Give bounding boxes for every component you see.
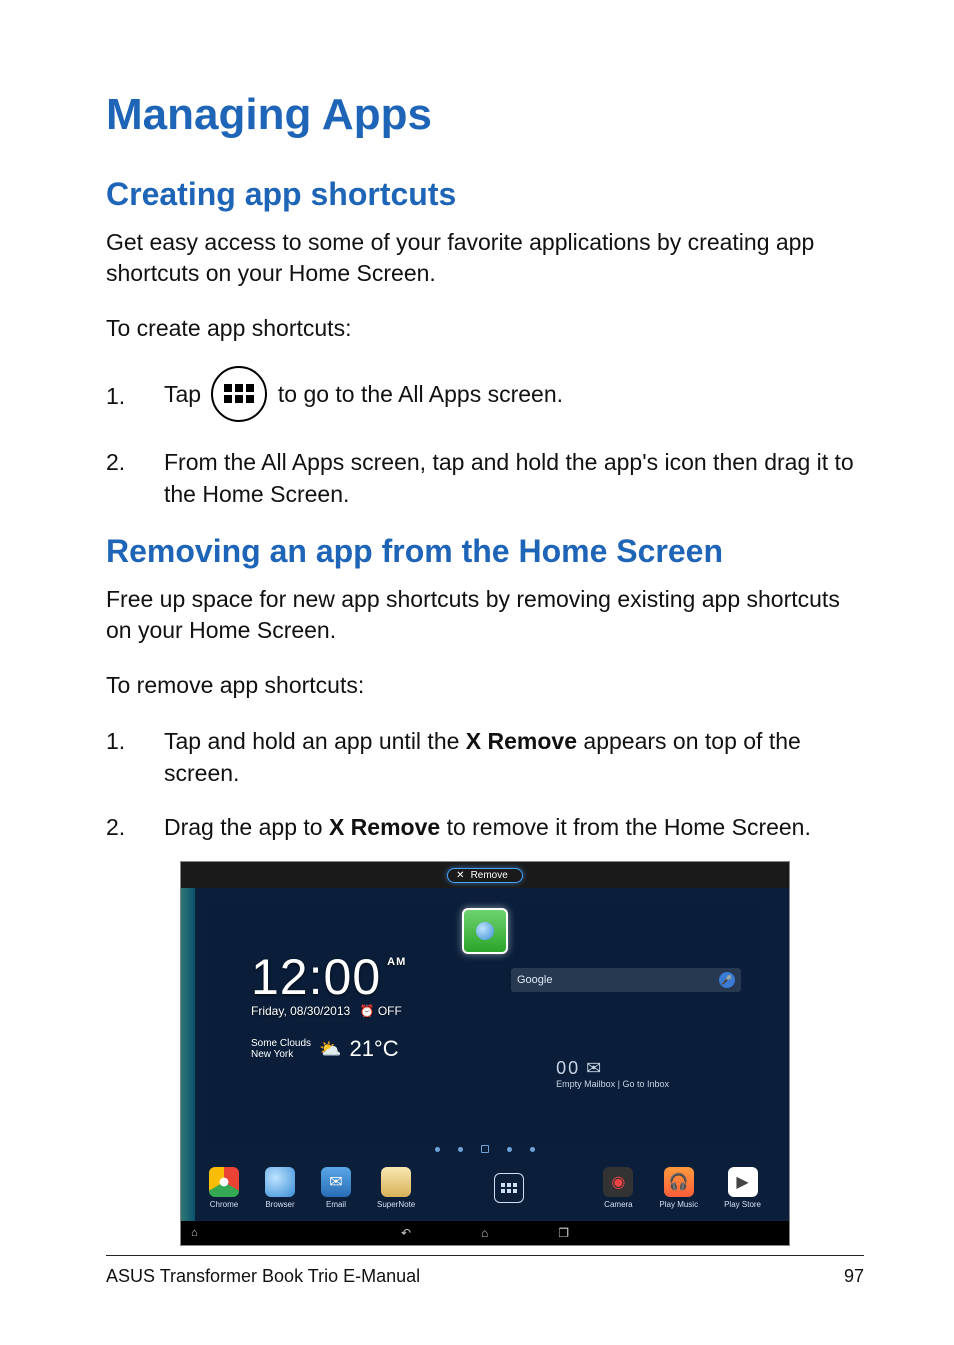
email-widget[interactable]: 00 ✉ Empty Mailbox | Go to Inbox: [556, 1058, 669, 1089]
close-icon: ✕: [456, 870, 464, 881]
alarm-state: OFF: [378, 1004, 402, 1018]
list-number: 2.: [106, 811, 164, 843]
section-removing-heading: Removing an app from the Home Screen: [106, 533, 864, 570]
page-title: Managing Apps: [106, 90, 864, 140]
step-text-pre: Tap: [164, 381, 207, 407]
supernote-icon: [381, 1167, 411, 1197]
app-dock: Chrome Browser ✉Email SuperNote ◉Camera …: [181, 1155, 789, 1221]
section-creating-heading: Creating app shortcuts: [106, 176, 864, 213]
clock-time: 12:00: [251, 948, 381, 1006]
weather-desc: Some Clouds: [251, 1038, 311, 1049]
step-text-bold: X Remove: [466, 728, 577, 754]
step-text: From the All Apps screen, tap and hold t…: [164, 446, 864, 510]
chrome-icon: [209, 1167, 239, 1197]
dock-app-browser[interactable]: Browser: [265, 1167, 295, 1209]
step-text-post: to remove it from the Home Screen.: [447, 814, 811, 840]
dock-app-camera[interactable]: ◉Camera: [603, 1167, 633, 1209]
remove-label: Remove: [471, 870, 508, 881]
weather-city: New York: [251, 1049, 311, 1060]
clock-ampm: AM: [387, 956, 406, 968]
nav-home-icon[interactable]: ⌂: [481, 1226, 488, 1240]
clock-date: Friday, 08/30/2013: [251, 1004, 350, 1018]
dock-app-playstore[interactable]: ▶Play Store: [724, 1167, 761, 1209]
dock-app-chrome[interactable]: Chrome: [209, 1167, 239, 1209]
step-text-pre: Tap and hold an app until the: [164, 728, 466, 754]
step-text: Tap to go to the All Apps screen.: [164, 368, 864, 424]
step-text: Drag the app to X Remove to remove it fr…: [164, 811, 864, 843]
email-icon: ✉: [321, 1167, 351, 1197]
envelope-icon: ✉: [586, 1058, 601, 1079]
section-removing-intro: Free up space for new app shortcuts by r…: [106, 584, 864, 646]
mic-icon[interactable]: 🎤: [719, 972, 735, 988]
list-number: 1.: [106, 380, 164, 412]
google-search-bar[interactable]: Google 🎤: [511, 968, 741, 992]
step-text-post: to go to the All Apps screen.: [278, 381, 563, 407]
play-store-icon: ▶: [728, 1167, 758, 1197]
nav-recent-icon[interactable]: ❐: [558, 1226, 569, 1240]
footer-manual-title: ASUS Transformer Book Trio E-Manual: [106, 1266, 420, 1287]
search-placeholder: Google: [517, 974, 552, 986]
section-removing-lead: To remove app shortcuts:: [106, 670, 864, 701]
clock-widget[interactable]: 12:00 AM Friday, 08/30/2013 ⏰ OFF Some C…: [251, 948, 406, 1062]
all-apps-icon: [211, 366, 267, 422]
page-indicator[interactable]: [181, 1147, 789, 1153]
play-music-icon: 🎧: [664, 1167, 694, 1197]
dock-app-email[interactable]: ✉Email: [321, 1167, 351, 1209]
step-text: Tap and hold an app until the X Remove a…: [164, 725, 864, 789]
inbox-line1: Empty Mailbox: [556, 1079, 615, 1089]
gallery-icon: [476, 922, 494, 940]
dock-app-playmusic[interactable]: 🎧Play Music: [659, 1167, 698, 1209]
remove-target[interactable]: ✕ Remove: [447, 868, 523, 883]
camera-icon: ◉: [603, 1167, 633, 1197]
all-apps-icon: [494, 1173, 524, 1203]
nav-back-icon[interactable]: ↶: [401, 1226, 411, 1240]
section-creating-lead: To create app shortcuts:: [106, 313, 864, 344]
weather-temp: 21°C: [349, 1036, 398, 1062]
inbox-count: 00: [556, 1058, 580, 1079]
step-text-bold: X Remove: [329, 814, 440, 840]
tablet-screenshot: ✕ Remove 12:00 AM Friday, 08/30/2013 ⏰ O…: [180, 861, 790, 1246]
footer-page-number: 97: [844, 1266, 864, 1287]
step-text-pre: Drag the app to: [164, 814, 329, 840]
dragged-app-icon[interactable]: [462, 908, 508, 954]
list-number: 2.: [106, 446, 164, 478]
inbox-line2: Go to Inbox: [622, 1079, 669, 1089]
nav-home-peek-icon[interactable]: ⌂: [191, 1227, 198, 1239]
section-creating-intro: Get easy access to some of your favorite…: [106, 227, 864, 289]
list-number: 1.: [106, 725, 164, 757]
dock-app-supernote[interactable]: SuperNote: [377, 1167, 415, 1209]
system-nav-bar: ⌂ ↶ ⌂ ❐: [181, 1221, 789, 1245]
dock-all-apps[interactable]: [494, 1173, 524, 1203]
weather-icon: ⛅: [319, 1039, 341, 1060]
browser-icon: [265, 1167, 295, 1197]
